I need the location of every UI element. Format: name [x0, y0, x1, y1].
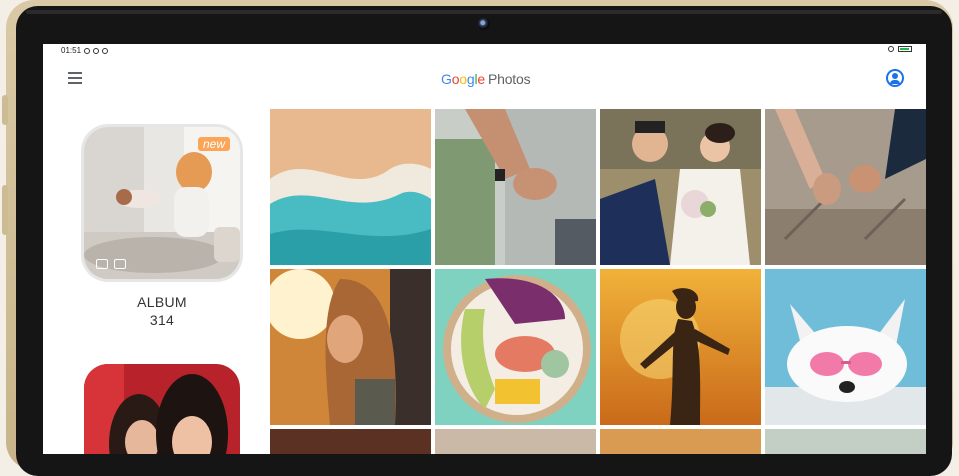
hamburger-menu-icon[interactable]	[68, 72, 82, 84]
photo-runner-sunset[interactable]	[600, 269, 761, 425]
photo-woman-sunlight[interactable]	[270, 269, 431, 425]
photo-holding-hands[interactable]	[435, 109, 596, 265]
photo-partial-4[interactable]	[765, 429, 926, 454]
app-toolbar: Google Photos	[43, 62, 926, 96]
photo-dog-sunglasses[interactable]	[765, 269, 926, 425]
power-button	[2, 185, 8, 235]
album-thumbnail-secondary[interactable]	[84, 364, 240, 454]
photo-partial-3[interactable]	[600, 429, 761, 454]
photo-ocean-waves[interactable]	[270, 109, 431, 265]
volume-button	[2, 95, 8, 125]
front-camera-icon	[478, 18, 490, 30]
logo-photos: Photos	[488, 71, 531, 87]
album-photo-two-girls	[84, 364, 240, 454]
logo-letter: o	[459, 71, 467, 87]
status-left: 01:51	[61, 46, 109, 55]
status-time: 01:51	[61, 46, 82, 55]
wifi-status-icon	[888, 46, 894, 52]
logo-letter: G	[441, 71, 452, 87]
album-label: ALBUM 314	[84, 293, 240, 329]
logo-google: Google	[441, 71, 485, 87]
notification-status-icon	[102, 47, 109, 54]
account-circle-icon[interactable]	[886, 69, 904, 87]
tablet-screen: 01:51 Google Photos new ALBUM 314	[43, 44, 926, 454]
album-title: ALBUM	[137, 294, 187, 310]
photo-wedding-couple[interactable]	[600, 109, 761, 265]
photo-poke-bowl[interactable]	[435, 269, 596, 425]
bezel-highlight	[26, 10, 942, 14]
status-bar: 01:51	[43, 44, 926, 58]
google-photos-logo: Google Photos	[441, 71, 531, 87]
album-thumbnail[interactable]: new	[84, 127, 240, 279]
album-overlay-icons	[96, 259, 126, 269]
status-right	[888, 46, 912, 52]
new-badge: new	[197, 137, 230, 151]
logo-letter: e	[477, 71, 485, 87]
sync-status-icon	[93, 47, 100, 54]
battery-icon	[898, 46, 912, 52]
photo-partial-1[interactable]	[270, 429, 431, 454]
settings-status-icon	[84, 47, 91, 54]
photo-hands-track[interactable]	[765, 109, 926, 265]
album-count: 314	[149, 312, 175, 328]
image-icon	[114, 259, 126, 269]
photo-partial-2[interactable]	[435, 429, 596, 454]
camera-icon	[96, 259, 108, 269]
